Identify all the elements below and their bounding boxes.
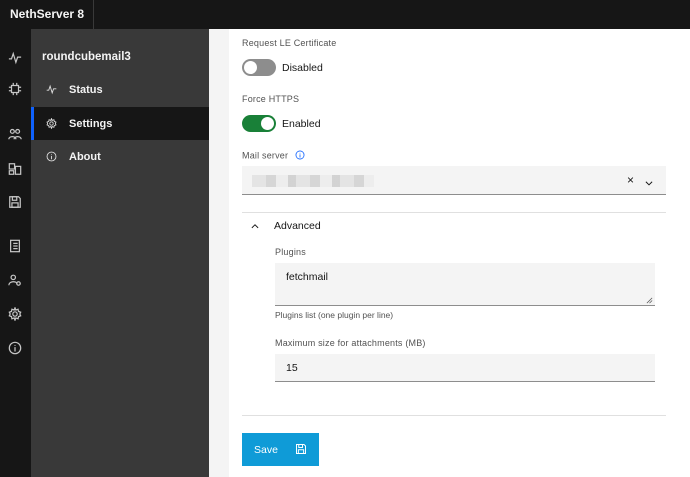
max-attach-label: Maximum size for attachments (MB) — [275, 338, 426, 348]
app-side-nav: roundcubemail3 Status Settings About — [31, 29, 209, 477]
resize-handle-icon[interactable] — [646, 297, 653, 304]
gear-icon[interactable] — [6, 305, 24, 323]
info-icon[interactable] — [295, 150, 305, 162]
save-button-label: Save — [254, 443, 278, 456]
advanced-accordion-header[interactable]: Advanced — [242, 215, 666, 237]
nav-item-label: Settings — [69, 117, 113, 130]
gear-icon — [31, 118, 69, 129]
plugins-helper-text: Plugins list (one plugin per line) — [275, 310, 394, 320]
nav-item-label: About — [69, 150, 101, 163]
divider — [242, 212, 666, 213]
le-cert-state: Disabled — [282, 61, 323, 74]
le-cert-toggle-row: Disabled — [242, 59, 323, 76]
info-icon[interactable] — [6, 339, 24, 357]
chevron-down-icon[interactable] — [644, 175, 654, 193]
activity-icon[interactable] — [6, 49, 24, 67]
app-instance-name: roundcubemail3 — [42, 51, 131, 63]
main-content: Request LE Certificate Disabled Force HT… — [209, 29, 690, 477]
save-button[interactable]: Save — [242, 433, 319, 466]
notebook-icon[interactable] — [6, 237, 24, 255]
clear-selection-button[interactable]: × — [627, 173, 634, 187]
save-disk-icon — [295, 443, 307, 458]
plugins-label: Plugins — [275, 247, 306, 257]
force-https-toggle-row: Enabled — [242, 115, 321, 132]
activity-icon — [31, 84, 69, 95]
apps-icon[interactable] — [6, 160, 24, 178]
info-icon — [31, 151, 69, 162]
save-disk-icon[interactable] — [6, 193, 24, 211]
force-https-toggle[interactable] — [242, 115, 276, 132]
plugins-textarea[interactable]: fetchmail — [275, 263, 655, 306]
nav-item-settings[interactable]: Settings — [31, 107, 209, 140]
user-settings-icon[interactable] — [6, 271, 24, 289]
mail-server-label: Mail server — [242, 150, 289, 161]
global-nav-rail — [0, 29, 31, 477]
divider — [242, 415, 666, 416]
force-https-state: Enabled — [282, 117, 321, 130]
chip-icon[interactable] — [6, 80, 24, 98]
users-icon[interactable] — [6, 125, 24, 143]
le-cert-label: Request LE Certificate — [242, 38, 337, 48]
nav-item-status[interactable]: Status — [31, 73, 209, 106]
top-header: NethServer 8 — [0, 0, 690, 29]
settings-form-card: Request LE Certificate Disabled Force HT… — [229, 29, 690, 477]
le-cert-toggle[interactable] — [242, 59, 276, 76]
advanced-title: Advanced — [274, 220, 321, 232]
app-title[interactable]: NethServer 8 — [0, 0, 94, 29]
mail-server-value-redacted — [252, 175, 374, 187]
mail-server-select[interactable]: × — [242, 166, 666, 195]
toggle-knob — [261, 117, 274, 130]
chevron-up-icon — [244, 221, 266, 231]
force-https-label: Force HTTPS — [242, 94, 300, 104]
max-attach-input[interactable] — [275, 354, 655, 382]
toggle-knob — [244, 61, 257, 74]
mail-server-label-row: Mail server — [242, 150, 305, 162]
nav-item-label: Status — [69, 83, 103, 96]
nav-item-about[interactable]: About — [31, 140, 209, 173]
